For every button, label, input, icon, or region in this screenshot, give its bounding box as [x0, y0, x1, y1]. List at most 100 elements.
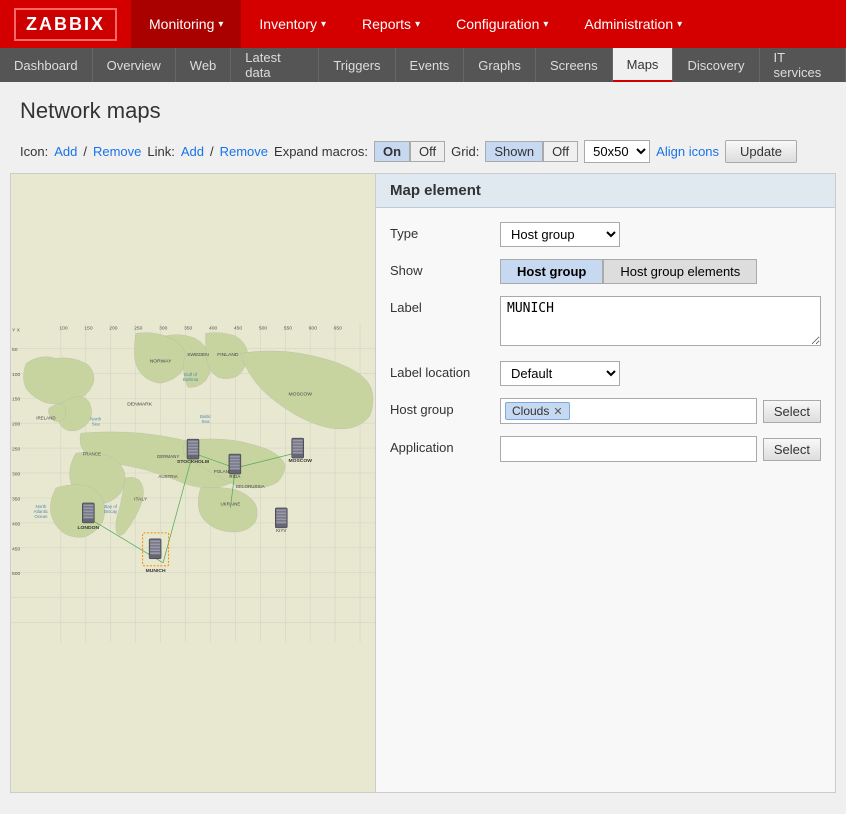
- svg-text:Bothnia: Bothnia: [183, 377, 199, 382]
- remove-icon-link[interactable]: Remove: [93, 144, 141, 159]
- svg-text:600: 600: [309, 325, 318, 331]
- show-buttons: Host group Host group elements: [500, 259, 821, 284]
- nav-graphs[interactable]: Graphs: [464, 48, 536, 82]
- add-link-link[interactable]: Add: [181, 144, 204, 159]
- show-row: Show Host group Host group elements: [390, 259, 821, 284]
- panel-body: Type Host group Host Trigger Map Image S…: [376, 208, 835, 488]
- chevron-down-icon: ▾: [543, 19, 548, 30]
- element-panel: Map element Type Host group Host Trigger…: [376, 173, 836, 793]
- label-location-row: Label location Default Bottom Left Right…: [390, 361, 821, 386]
- host-group-select-button[interactable]: Select: [763, 400, 821, 423]
- nav-events[interactable]: Events: [396, 48, 465, 82]
- grid-off[interactable]: Off: [543, 141, 578, 162]
- nav-web[interactable]: Web: [176, 48, 232, 82]
- label-location-control: Default Bottom Left Right Top: [500, 361, 821, 386]
- svg-text:Ocean: Ocean: [34, 514, 48, 519]
- link-label: Link:: [147, 144, 174, 159]
- label-label: Label: [390, 296, 500, 315]
- nav-inventory[interactable]: Inventory ▾: [241, 0, 344, 48]
- svg-text:RIGA: RIGA: [229, 474, 240, 479]
- align-icons-link[interactable]: Align icons: [656, 144, 719, 159]
- nav-dashboard[interactable]: Dashboard: [0, 48, 93, 82]
- nav-triggers[interactable]: Triggers: [319, 48, 395, 82]
- svg-text:LONDON: LONDON: [78, 525, 100, 531]
- nav-configuration[interactable]: Configuration ▾: [438, 0, 566, 48]
- svg-text:KIYV: KIYV: [276, 528, 286, 533]
- svg-text:50: 50: [12, 347, 18, 353]
- expand-macros-toggle[interactable]: On Off: [374, 141, 445, 162]
- top-navigation: ZABBIX Monitoring ▾ Inventory ▾ Reports …: [0, 0, 846, 48]
- grid-size-select[interactable]: 10x10 20x20 40x40 50x50 75x75: [584, 140, 650, 163]
- show-host-group-elements-button[interactable]: Host group elements: [603, 259, 757, 284]
- grid-visibility-toggle[interactable]: Shown Off: [485, 141, 578, 162]
- host-group-label: Host group: [390, 398, 500, 417]
- application-input-area: Select: [500, 436, 821, 462]
- svg-text:200: 200: [12, 422, 21, 428]
- nav-discovery[interactable]: Discovery: [673, 48, 759, 82]
- expand-label: Expand macros:: [274, 144, 368, 159]
- svg-text:550: 550: [284, 325, 293, 331]
- chevron-down-icon: ▾: [218, 19, 223, 30]
- logo-area[interactable]: ZABBIX: [0, 0, 131, 48]
- show-control: Host group Host group elements: [500, 259, 821, 284]
- nav-overview[interactable]: Overview: [93, 48, 176, 82]
- svg-text:NORWAY: NORWAY: [150, 358, 172, 364]
- update-button[interactable]: Update: [725, 140, 797, 163]
- type-select[interactable]: Host group Host Trigger Map Image: [500, 222, 620, 247]
- map-container[interactable]: 100 150 200 250 300 350 400 450 500 550 …: [10, 173, 376, 793]
- svg-text:North: North: [35, 504, 46, 509]
- top-nav-items: Monitoring ▾ Inventory ▾ Reports ▾ Confi…: [131, 0, 700, 48]
- svg-text:Sea: Sea: [201, 419, 209, 424]
- expand-off[interactable]: Off: [410, 141, 445, 162]
- page-title: Network maps: [0, 82, 846, 134]
- remove-tag-icon[interactable]: ✕: [553, 405, 562, 418]
- svg-text:100: 100: [59, 325, 68, 331]
- remove-link-link[interactable]: Remove: [220, 144, 268, 159]
- application-select-button[interactable]: Select: [763, 438, 821, 461]
- svg-text:100: 100: [12, 372, 21, 378]
- show-host-group-button[interactable]: Host group: [500, 259, 603, 284]
- chevron-down-icon: ▾: [321, 19, 326, 30]
- nav-it-services[interactable]: IT services: [760, 48, 846, 82]
- grid-shown[interactable]: Shown: [485, 141, 543, 162]
- svg-text:Atlantic: Atlantic: [34, 509, 49, 514]
- clouds-tag[interactable]: Clouds ✕: [505, 402, 570, 420]
- nav-maps[interactable]: Maps: [613, 48, 674, 82]
- svg-text:250: 250: [12, 447, 21, 453]
- svg-text:SWEDEN: SWEDEN: [187, 352, 209, 358]
- grid-label: Grid:: [451, 144, 479, 159]
- toolbar: Icon: Add / Remove Link: Add / Remove Ex…: [0, 134, 846, 173]
- application-tags[interactable]: [500, 436, 757, 462]
- label-location-select[interactable]: Default Bottom Left Right Top: [500, 361, 620, 386]
- svg-text:400: 400: [12, 521, 21, 527]
- svg-text:250: 250: [134, 325, 143, 331]
- svg-text:MOSCOW: MOSCOW: [288, 458, 312, 464]
- application-control: Select: [500, 436, 821, 462]
- label-row: Label MUNICH: [390, 296, 821, 349]
- type-label: Type: [390, 222, 500, 241]
- nav-latest-data[interactable]: Latest data: [231, 48, 319, 82]
- host-group-tags[interactable]: Clouds ✕: [500, 398, 757, 424]
- svg-text:ITALY: ITALY: [134, 496, 148, 502]
- type-row: Type Host group Host Trigger Map Image: [390, 222, 821, 247]
- label-textarea[interactable]: MUNICH: [500, 296, 821, 346]
- svg-text:FRANCE: FRANCE: [83, 452, 101, 457]
- svg-text:GERMANY: GERMANY: [157, 454, 180, 459]
- svg-text:AUSTRIA: AUSTRIA: [158, 474, 177, 479]
- expand-on[interactable]: On: [374, 141, 410, 162]
- svg-text:STOCKHOLM: STOCKHOLM: [177, 459, 209, 465]
- add-icon-link[interactable]: Add: [54, 144, 77, 159]
- nav-screens[interactable]: Screens: [536, 48, 613, 82]
- nav-reports[interactable]: Reports ▾: [344, 0, 438, 48]
- svg-text:BELORUSSIA: BELORUSSIA: [236, 484, 265, 489]
- network-map: 100 150 200 250 300 350 400 450 500 550 …: [11, 174, 375, 792]
- nav-monitoring[interactable]: Monitoring ▾: [131, 0, 241, 48]
- svg-text:Sea: Sea: [92, 422, 100, 427]
- svg-text:300: 300: [12, 472, 21, 478]
- svg-text:350: 350: [184, 325, 193, 331]
- svg-text:IRELAND: IRELAND: [36, 416, 56, 421]
- nav-administration[interactable]: Administration ▾: [566, 0, 700, 48]
- content-area: 100 150 200 250 300 350 400 450 500 550 …: [10, 173, 836, 793]
- svg-text:400: 400: [209, 325, 218, 331]
- svg-text:500: 500: [12, 571, 21, 577]
